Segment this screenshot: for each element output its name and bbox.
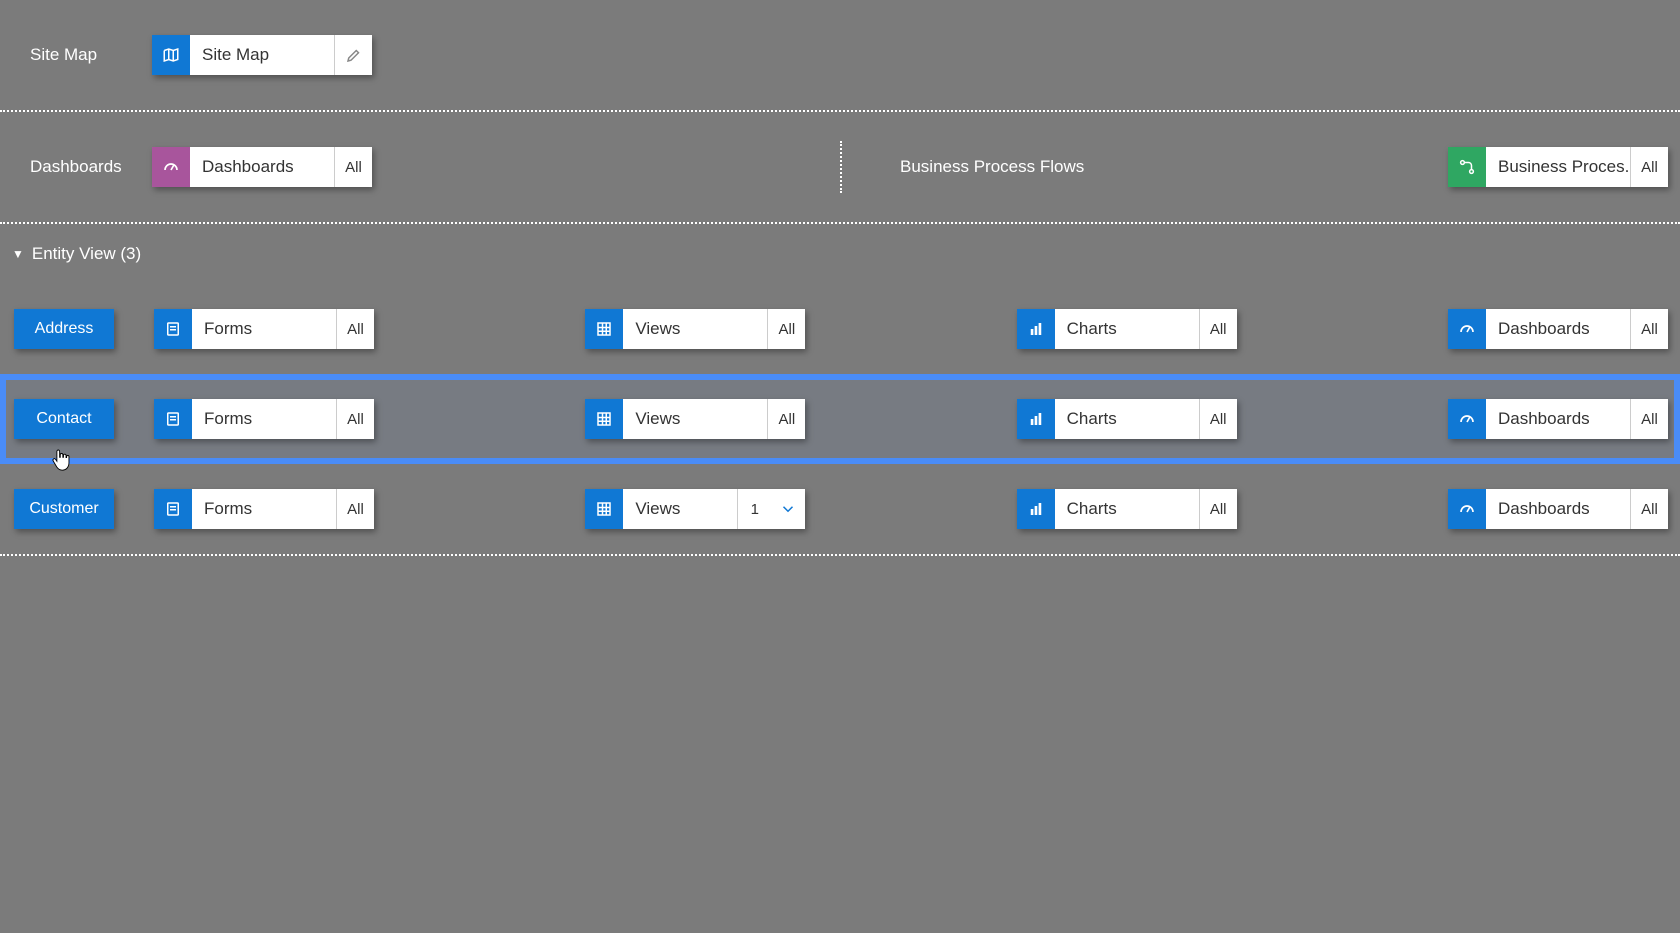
badge-all[interactable]: All [336,489,374,529]
bar-chart-icon [1017,399,1055,439]
entity-row-contact[interactable]: ContactFormsAllViewsAllChartsAllDashboar… [0,374,1680,464]
bpf-badge[interactable]: All [1630,147,1668,187]
tile-label: Views [623,489,737,529]
tile-label: Charts [1055,399,1199,439]
badge-all[interactable]: All [1199,309,1237,349]
entity-cells: FormsAllViewsAllChartsAllDashboardsAll [154,399,1668,439]
map-icon [152,35,190,75]
entity-view-toggle[interactable]: ▼ Entity View (3) [0,224,1680,284]
grid-tile[interactable]: Views1 [585,489,805,529]
tile-label: Views [623,399,767,439]
entity-row-address[interactable]: AddressFormsAllViewsAllChartsAllDashboar… [0,284,1680,374]
form-icon [154,399,192,439]
dashboards-tile[interactable]: Dashboards All [152,147,372,187]
grid-icon [585,309,623,349]
gauge-icon [152,147,190,187]
entity-rows-container: AddressFormsAllViewsAllChartsAllDashboar… [0,284,1680,554]
bar-chart-tile[interactable]: ChartsAll [1017,489,1237,529]
bpf-tile-label: Business Proces... [1486,147,1630,187]
dashboards-label: Dashboards [12,157,152,177]
entity-cells: FormsAllViewsAllChartsAllDashboardsAll [154,309,1668,349]
badge-all[interactable]: All [767,399,805,439]
grid-tile[interactable]: ViewsAll [585,399,805,439]
caret-down-icon: ▼ [12,247,24,261]
sitemap-label: Site Map [12,45,152,65]
form-icon [154,309,192,349]
chevron-down-icon[interactable] [771,489,805,529]
entity-row-customer[interactable]: CustomerFormsAllViews1ChartsAllDashboard… [0,464,1680,554]
entity-chip[interactable]: Contact [14,399,114,439]
entity-view-header-label: Entity View (3) [32,244,141,264]
sitemap-tile[interactable]: Site Map [152,35,372,75]
form-tile[interactable]: FormsAll [154,489,374,529]
form-tile[interactable]: FormsAll [154,399,374,439]
tile-label: Dashboards [1486,489,1630,529]
badge-all[interactable]: All [1630,309,1668,349]
tile-label: Dashboards [1486,309,1630,349]
bpf-tile[interactable]: Business Proces... All [1448,147,1668,187]
badge-all[interactable]: All [1630,399,1668,439]
gauge-tile[interactable]: DashboardsAll [1448,489,1668,529]
tile-label: Forms [192,489,336,529]
entity-cells: FormsAllViews1ChartsAllDashboardsAll [154,489,1668,529]
bar-chart-icon [1017,309,1055,349]
gauge-icon [1448,399,1486,439]
badge-all[interactable]: All [767,309,805,349]
flow-icon [1448,147,1486,187]
tile-label: Charts [1055,309,1199,349]
form-tile[interactable]: FormsAll [154,309,374,349]
edit-button[interactable] [334,35,372,75]
dashboards-badge[interactable]: All [334,147,372,187]
sitemap-row: Site Map Site Map [12,0,1668,110]
entity-chip[interactable]: Address [14,309,114,349]
gauge-icon [1448,489,1486,529]
badge-all[interactable]: All [1199,399,1237,439]
sitemap-tile-label: Site Map [190,35,334,75]
tile-label: Views [623,309,767,349]
grid-icon [585,489,623,529]
entity-chip[interactable]: Customer [14,489,114,529]
badge-all[interactable]: All [336,399,374,439]
grid-tile[interactable]: ViewsAll [585,309,805,349]
badge-all[interactable]: All [1199,489,1237,529]
divider [0,554,1680,556]
tile-label: Forms [192,399,336,439]
gauge-tile[interactable]: DashboardsAll [1448,399,1668,439]
tile-label: Forms [192,309,336,349]
vertical-separator [840,141,842,193]
gauge-icon [1448,309,1486,349]
bar-chart-tile[interactable]: ChartsAll [1017,399,1237,439]
bpf-label: Business Process Flows [882,157,1448,177]
dashboards-bpf-row: Dashboards Dashboards All Business Proce… [12,112,1668,222]
badge-all[interactable]: All [1630,489,1668,529]
badge-all[interactable]: All [336,309,374,349]
views-count: 1 [737,489,771,529]
tile-label: Charts [1055,489,1199,529]
bar-chart-icon [1017,489,1055,529]
gauge-tile[interactable]: DashboardsAll [1448,309,1668,349]
form-icon [154,489,192,529]
grid-icon [585,399,623,439]
bar-chart-tile[interactable]: ChartsAll [1017,309,1237,349]
dashboards-tile-label: Dashboards [190,147,334,187]
tile-label: Dashboards [1486,399,1630,439]
